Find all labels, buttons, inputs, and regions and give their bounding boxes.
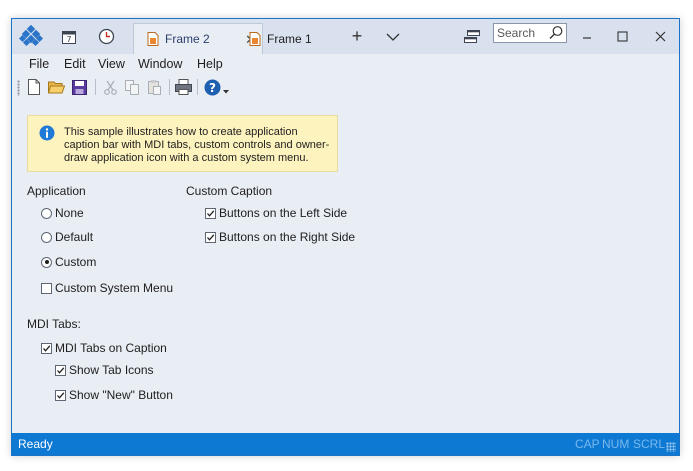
checkbox[interactable] [205,231,216,243]
search-icon[interactable] [548,25,564,41]
checkbox[interactable] [41,342,52,354]
document-tab-icon [249,31,261,46]
info-box: This sample illustrates how to create ap… [27,115,338,172]
menu-window[interactable]: Window [138,57,182,71]
checkbox[interactable] [55,364,66,376]
checkbox-buttons-right[interactable]: Buttons on the Right Side [205,230,355,244]
radio-label: Custom [55,255,97,269]
application-group-label: Application [27,184,86,198]
checkbox-mdi-tabs-on-caption[interactable]: MDI Tabs on Caption [41,341,167,355]
custom-caption-group-label: Custom Caption [186,184,273,198]
radio-button[interactable] [41,256,52,268]
save-icon[interactable] [69,77,89,97]
calendar-icon[interactable]: 7 [52,19,86,54]
checkbox-label: MDI Tabs on Caption [55,341,167,355]
checkbox-label: Buttons on the Right Side [219,230,356,244]
new-file-icon[interactable] [24,77,44,97]
resize-grip[interactable] [666,442,676,452]
checkbox-show-new-button[interactable]: Show "New" Button [55,388,173,402]
app-logo-icon[interactable] [14,19,48,54]
search-placeholder: Search [497,26,536,40]
caps-lock-indicator: CAP [575,437,600,451]
toolbar-grip[interactable] [17,80,20,96]
tab-label: Frame 2 [165,32,210,46]
svg-text:?: ? [209,81,216,95]
open-folder-icon[interactable] [46,77,66,97]
maximize-button[interactable] [610,19,634,54]
num-lock-indicator: NUM [602,437,630,451]
scroll-lock-indicator: SCRL [633,437,666,451]
print-icon[interactable] [173,77,193,97]
tab-label: Frame 1 [267,31,312,46]
app-window: 7 Frame 2 ✕ Frame 1 + [11,18,680,456]
caption-bar: 7 Frame 2 ✕ Frame 1 + [12,19,679,54]
radio-button[interactable] [41,231,52,243]
close-icon [655,31,665,42]
status-text: Ready [18,437,53,451]
mdi-tabs-group-label: MDI Tabs: [27,317,81,331]
radio-none[interactable]: None [41,206,84,220]
checkbox[interactable] [41,282,52,294]
checkbox-label: Buttons on the Left Side [219,206,348,220]
menu-help[interactable]: Help [197,57,223,71]
radio-label: Default [55,230,94,244]
tab-frame-1[interactable]: Frame 1 [244,23,344,54]
radio-label: None [55,206,84,220]
status-bar: Ready CAP NUM SCRL [12,433,679,455]
svg-text:7: 7 [66,35,71,44]
dropdown-arrow-icon[interactable] [221,77,231,97]
checkbox-buttons-left[interactable]: Buttons on the Left Side [205,206,347,220]
clock-icon[interactable] [89,19,123,54]
window-list-icon[interactable] [460,19,484,54]
help-icon[interactable]: ? [202,77,222,97]
toolbar: ? [12,75,679,99]
document-tab-icon [147,32,159,46]
checkbox[interactable] [205,207,216,219]
minimize-icon [583,36,591,39]
radio-button[interactable] [41,207,52,219]
info-icon [39,125,55,141]
new-tab-plus-icon[interactable]: + [346,19,368,54]
checkbox-label: Custom System Menu [55,281,174,295]
paste-icon [144,77,164,97]
menu-edit[interactable]: Edit [64,57,86,71]
minimize-button[interactable] [575,19,599,54]
menu-bar: File Edit View Window Help [12,54,679,74]
maximize-icon [616,31,628,42]
chevron-down-icon[interactable] [382,19,404,54]
info-text: This sample illustrates how to create ap… [64,126,330,164]
checkbox-label: Show "New" Button [69,388,173,402]
checkbox-custom-system-menu[interactable]: Custom System Menu [41,281,173,295]
copy-icon [122,77,142,97]
checkbox[interactable] [55,389,66,401]
checkbox-label: Show Tab Icons [69,363,154,377]
cut-icon [100,77,120,97]
menu-file[interactable]: File [29,57,49,71]
radio-default[interactable]: Default [41,230,93,244]
radio-custom[interactable]: Custom [41,255,96,269]
menu-view[interactable]: View [98,57,125,71]
search-input[interactable]: Search [493,23,567,43]
close-window-button[interactable] [648,19,672,54]
checkbox-show-tab-icons[interactable]: Show Tab Icons [55,363,154,377]
